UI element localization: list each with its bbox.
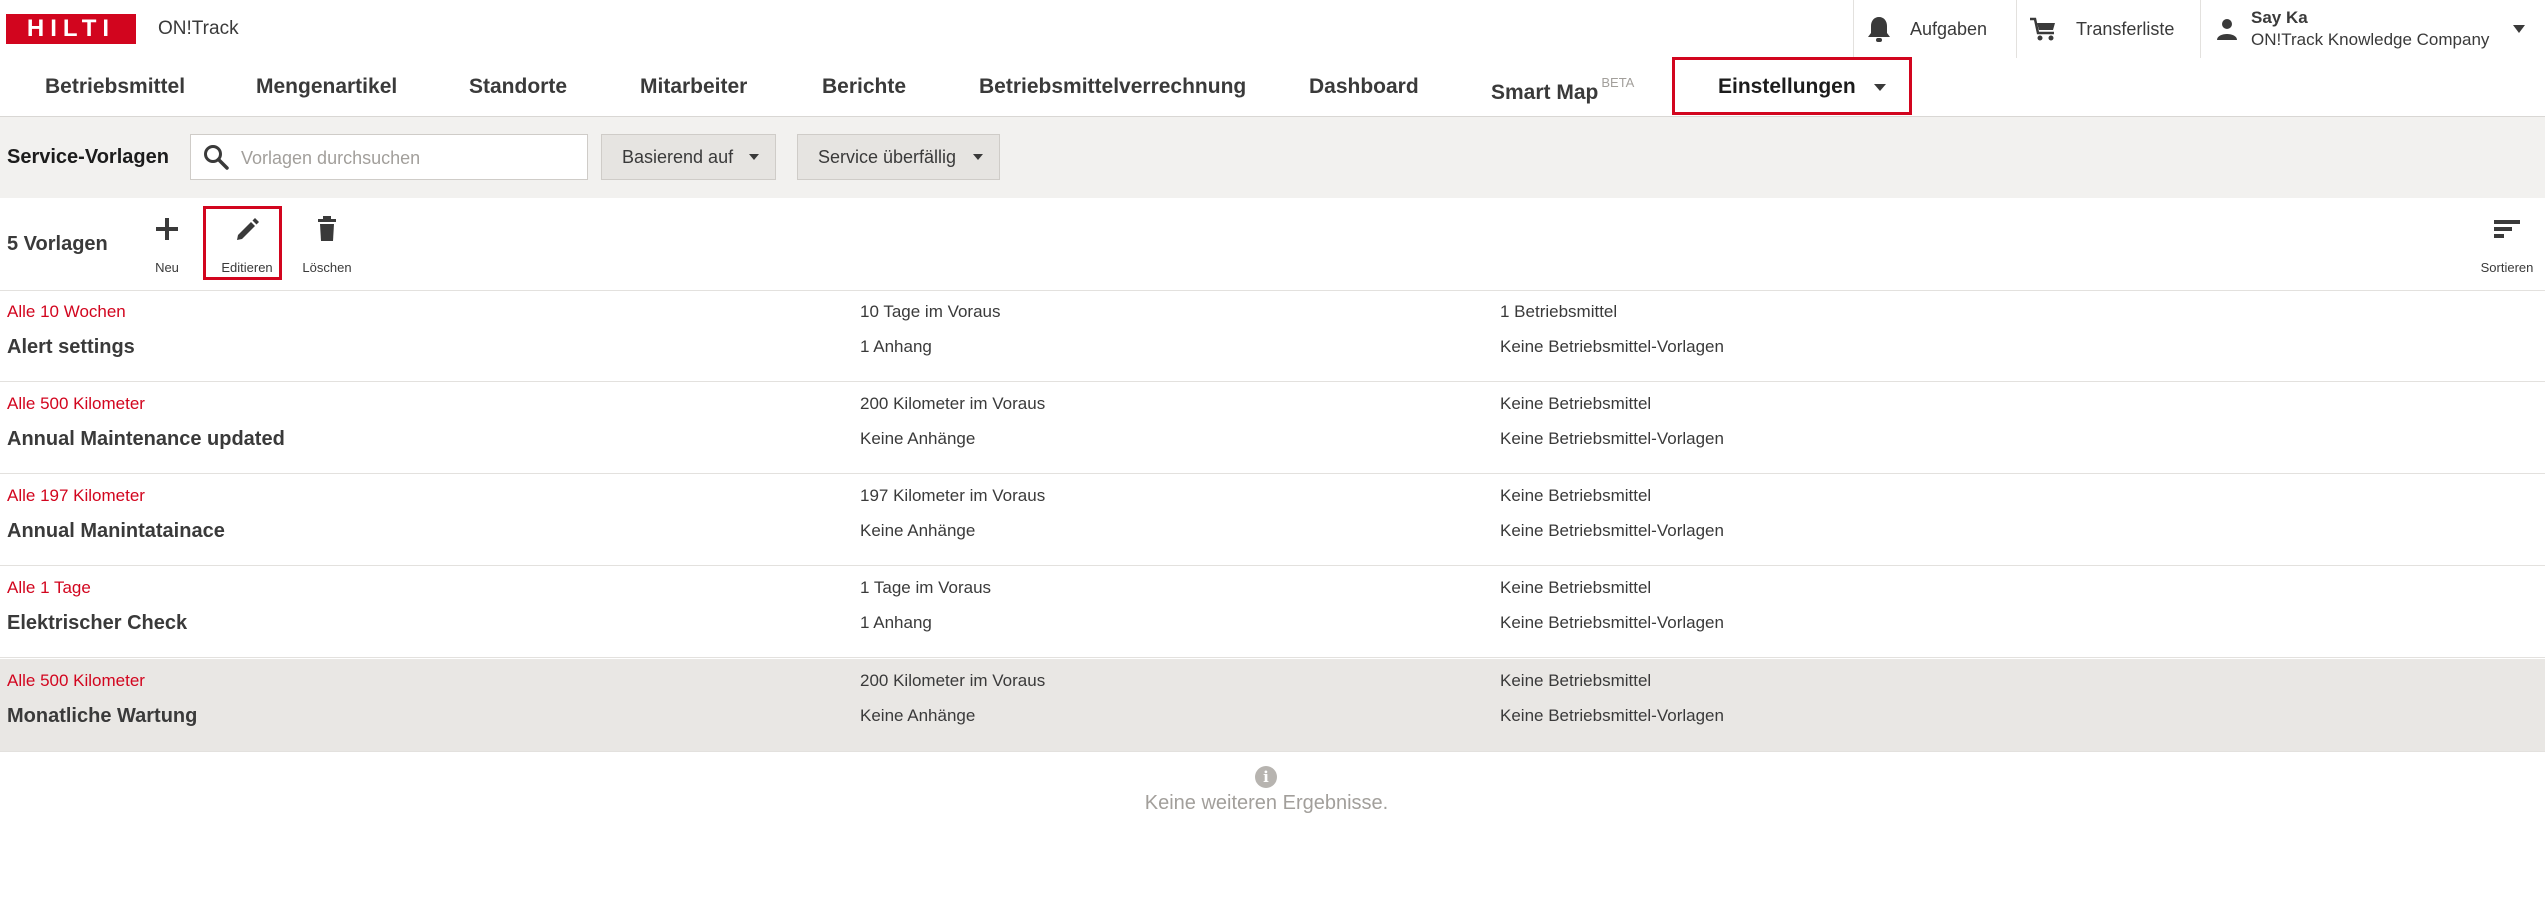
advance-notice: 200 Kilometer im Voraus xyxy=(860,671,1046,690)
user-icon xyxy=(2217,19,2237,40)
asset-templates: Keine Betriebsmittel-Vorlagen xyxy=(1500,337,1724,356)
sort-label: Sortieren xyxy=(2480,260,2534,275)
nav-item-betriebsmittel[interactable]: Betriebsmittel xyxy=(45,58,185,116)
bell-icon xyxy=(1868,17,1890,42)
no-more-results: Keine weiteren Ergebnisse. xyxy=(1144,792,1389,814)
assets-count: Keine Betriebsmittel xyxy=(1500,486,1652,505)
tasks-button[interactable]: Aufgaben xyxy=(1866,0,1987,58)
edit-button-highlight xyxy=(203,206,282,280)
list-item-selected[interactable]: Alle 500 Kilometer Monatliche Wartung 20… xyxy=(0,659,2545,752)
asset-templates: Keine Betriebsmittel-Vorlagen xyxy=(1500,429,1724,448)
filter-bar: Service-Vorlagen Basierend auf Service ü… xyxy=(0,117,2545,199)
list-item[interactable]: Alle 1 Tage Elektrischer Check 1 Tage im… xyxy=(0,566,2545,658)
transfer-list-button[interactable]: Transferliste xyxy=(2028,0,2174,58)
company-name: ON!Track Knowledge Company xyxy=(2251,30,2490,49)
list-item[interactable]: Alle 197 Kilometer Annual Manintatainace… xyxy=(0,474,2545,566)
list-toolbar: 5 Vorlagen Neu Editieren Löschen Sortier… xyxy=(0,198,2545,291)
attachments: 1 Anhang xyxy=(860,337,932,356)
info-icon: i xyxy=(1255,766,1277,788)
divider xyxy=(2016,0,2017,58)
asset-templates: Keine Betriebsmittel-Vorlagen xyxy=(1500,613,1724,632)
asset-templates: Keine Betriebsmittel-Vorlagen xyxy=(1500,521,1724,540)
transfer-list-label: Transferliste xyxy=(2076,18,2175,39)
trash-icon xyxy=(318,216,336,241)
new-button[interactable]: Neu xyxy=(137,208,197,278)
nav-item-mengenartikel[interactable]: Mengenartikel xyxy=(256,58,397,116)
search-input[interactable] xyxy=(239,135,583,181)
sort-button[interactable]: Sortieren xyxy=(2477,208,2537,278)
hilti-logo[interactable]: HILTI xyxy=(6,14,136,44)
chevron-down-icon xyxy=(749,154,759,160)
service-interval: Alle 197 Kilometer xyxy=(7,486,145,505)
nav-item-mitarbeiter[interactable]: Mitarbeiter xyxy=(640,58,747,116)
attachments: 1 Anhang xyxy=(860,613,932,632)
delete-label: Löschen xyxy=(302,260,352,275)
divider xyxy=(1853,0,1854,58)
cart-icon xyxy=(2030,17,2055,41)
nav-item-smart-map[interactable]: Smart Map BETA xyxy=(1491,58,1634,116)
smart-map-label: Smart Map xyxy=(1491,81,1599,104)
nav-item-standorte[interactable]: Standorte xyxy=(469,58,567,116)
template-name: Elektrischer Check xyxy=(7,612,188,634)
user-name: Say Ka xyxy=(2251,8,2308,27)
assets-count: 1 Betriebsmittel xyxy=(1500,302,1618,321)
nav-item-dashboard[interactable]: Dashboard xyxy=(1309,58,1419,116)
template-name: Annual Manintatainace xyxy=(7,520,225,542)
chevron-down-icon xyxy=(2513,25,2525,33)
assets-count: Keine Betriebsmittel xyxy=(1500,671,1652,690)
assets-count: Keine Betriebsmittel xyxy=(1500,578,1652,597)
nav-item-berichte[interactable]: Berichte xyxy=(822,58,906,116)
page-title: Service-Vorlagen xyxy=(7,146,169,168)
top-header: HILTI ON!Track Aufgaben Transferliste Sa… xyxy=(0,0,2545,59)
based-on-label: Basierend auf xyxy=(622,146,734,167)
service-interval: Alle 500 Kilometer xyxy=(7,671,145,690)
sort-icon xyxy=(2494,220,2520,238)
attachments: Keine Anhänge xyxy=(860,521,976,540)
template-count: 5 Vorlagen xyxy=(7,233,108,255)
search-box[interactable] xyxy=(190,134,588,181)
advance-notice: 10 Tage im Voraus xyxy=(860,302,1001,321)
template-name: Alert settings xyxy=(7,336,135,358)
attachments: Keine Anhänge xyxy=(860,706,976,725)
main-navigation: Betriebsmittel Mengenartikel Standorte M… xyxy=(0,58,2545,117)
attachments: Keine Anhänge xyxy=(860,429,976,448)
service-interval: Alle 500 Kilometer xyxy=(7,394,145,413)
advance-notice: 200 Kilometer im Voraus xyxy=(860,394,1046,413)
template-name: Monatliche Wartung xyxy=(7,705,198,727)
new-label: Neu xyxy=(155,260,179,275)
app-name: ON!Track xyxy=(158,18,239,39)
tasks-label: Aufgaben xyxy=(1910,18,1988,39)
beta-badge: BETA xyxy=(1601,75,1635,90)
advance-notice: 1 Tage im Voraus xyxy=(860,578,992,597)
list-item[interactable]: Alle 500 Kilometer Annual Maintenance up… xyxy=(0,382,2545,474)
assets-count: Keine Betriebsmittel xyxy=(1500,394,1652,413)
service-overdue-dropdown[interactable]: Service überfällig xyxy=(797,134,1000,180)
service-interval: Alle 1 Tage xyxy=(7,578,91,597)
based-on-dropdown[interactable]: Basierend auf xyxy=(601,134,776,180)
template-name: Annual Maintenance updated xyxy=(7,428,285,450)
service-interval: Alle 10 Wochen xyxy=(7,302,126,321)
service-overdue-label: Service überfällig xyxy=(818,146,957,167)
chevron-down-icon xyxy=(973,154,983,160)
plus-icon xyxy=(156,218,178,240)
asset-templates: Keine Betriebsmittel-Vorlagen xyxy=(1500,706,1724,725)
delete-button[interactable]: Löschen xyxy=(297,208,357,278)
active-tab-highlight xyxy=(1672,57,1912,115)
search-icon xyxy=(204,145,229,170)
advance-notice: 197 Kilometer im Voraus xyxy=(860,486,1046,505)
nav-item-betriebsmittelverrechnung[interactable]: Betriebsmittelverrechnung xyxy=(979,58,1246,116)
list-item[interactable]: Alle 10 Wochen Alert settings 10 Tage im… xyxy=(0,290,2545,382)
